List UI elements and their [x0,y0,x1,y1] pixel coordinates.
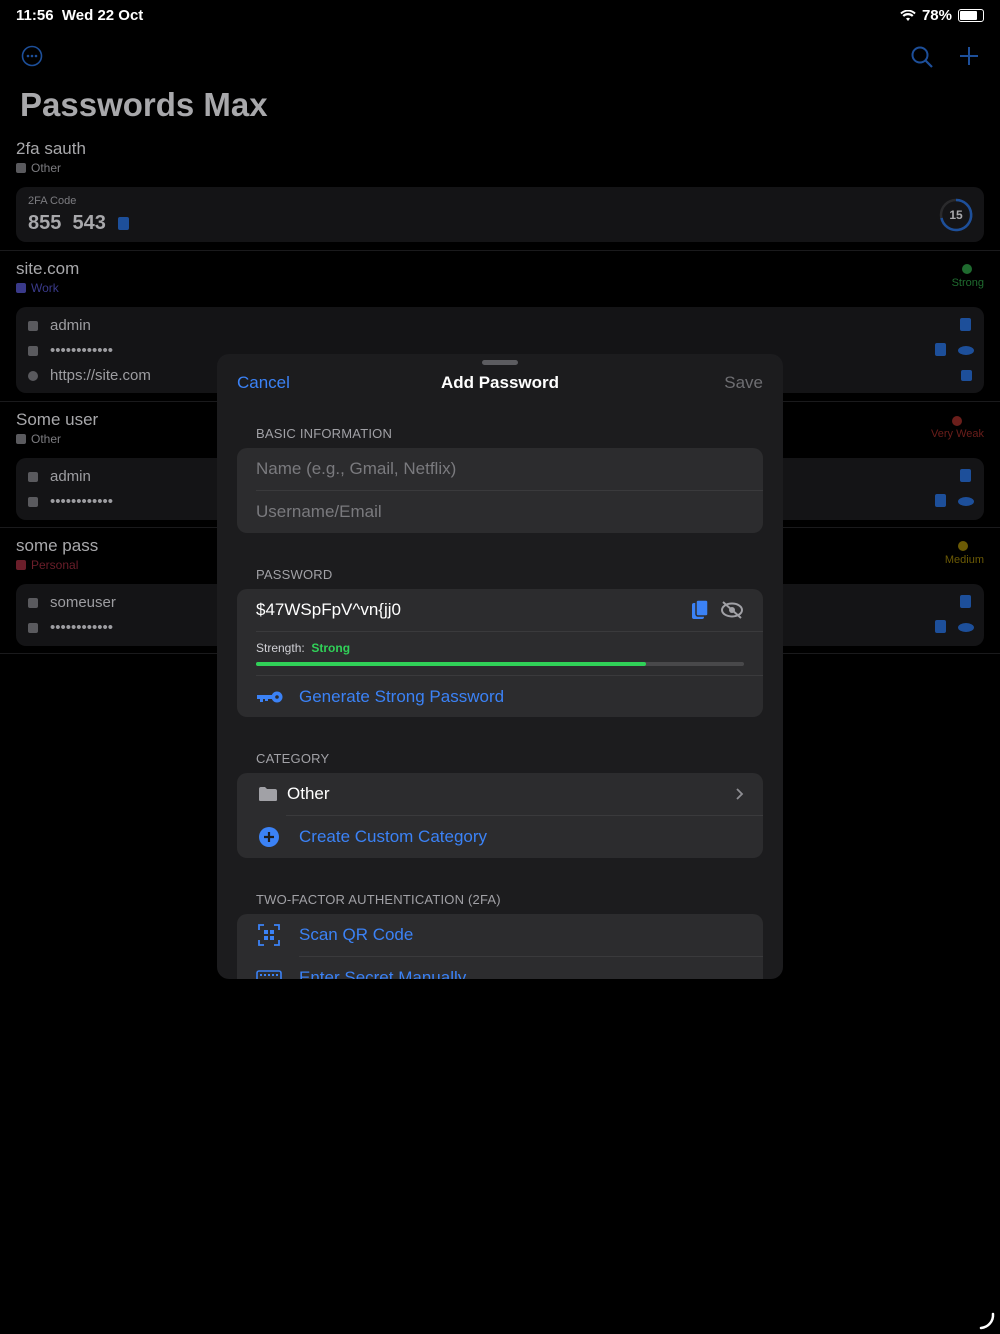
section-header-category: CATEGORY [256,751,330,766]
generate-password-button[interactable]: Generate Strong Password [256,676,504,717]
username-row[interactable]: admin [28,317,91,334]
copy-password-icon[interactable] [935,494,946,507]
qr-scan-icon [258,924,280,946]
lock-icon [28,496,38,507]
strength-dot [962,264,972,274]
section-header-2fa: TWO-FACTOR AUTHENTICATION (2FA) [256,892,501,907]
entry-category: Work [16,281,59,295]
password-row[interactable]: •••••••••••• [28,342,113,359]
entry-category: Personal [16,558,78,572]
url-row[interactable]: https://site.com [28,367,151,384]
strength-label: Strong [951,277,984,289]
scan-qr-button[interactable]: Scan QR Code [237,914,763,956]
username-row[interactable]: someuser [28,594,116,611]
lock-icon [28,345,38,356]
strength-label: Very Weak [931,428,984,440]
strength-bar [256,662,744,666]
search-icon[interactable] [910,45,934,69]
strength-dot [952,416,962,426]
add-password-sheet: Add Password Cancel Save BASIC INFORMATI… [217,354,783,979]
category-select[interactable]: Other [237,773,763,815]
countdown-value: 15 [949,208,963,222]
sheet-grabber[interactable] [482,360,518,365]
chevron-right-icon [736,788,744,800]
strength-row: Strength: Strong [256,641,351,655]
copy-password-icon[interactable] [691,599,709,621]
add-icon[interactable] [958,45,980,67]
create-category-button[interactable]: Create Custom Category [237,816,763,858]
folder-icon [16,434,26,444]
eye-icon[interactable] [958,623,974,632]
person-icon [28,471,38,482]
eye-icon[interactable] [958,346,974,355]
username-row[interactable]: admin [28,468,91,485]
globe-icon [28,370,38,381]
eye-slash-icon[interactable] [720,601,744,619]
name-field[interactable]: Name (e.g., Gmail, Netflix) [237,448,763,490]
key-icon [257,691,283,702]
eye-icon[interactable] [958,497,974,506]
copy-username-icon[interactable] [960,318,971,331]
enter-secret-button[interactable]: Enter Secret Manually [237,957,763,979]
entry-category: Other [16,161,61,175]
folder-icon [16,163,26,173]
keyboard-icon [256,970,282,979]
username-field[interactable]: Username/Email [237,491,763,533]
open-link-icon[interactable] [961,370,972,381]
person-icon [28,597,38,608]
lock-icon [28,622,38,633]
briefcase-icon [16,283,26,293]
folder-icon [259,787,277,801]
copy-username-icon[interactable] [960,595,971,608]
strength-value: Strong [311,641,351,655]
copy-icon[interactable] [118,217,129,230]
copy-password-icon[interactable] [935,343,946,356]
copy-password-icon[interactable] [935,620,946,633]
person-icon [28,320,38,331]
entry-title[interactable]: some pass [16,536,98,556]
strength-label: Medium [944,554,984,566]
entry-category: Other [16,432,61,446]
entry-title[interactable]: 2fa sauth [16,139,86,159]
basic-info-group: Name (e.g., Gmail, Netflix) Username/Ema… [237,448,763,533]
sheet-title: Add Password [440,373,560,392]
twofa-card: 2FA Code 855 543 15 [16,187,984,242]
section-header-password: PASSWORD [256,567,333,582]
entry-title[interactable]: site.com [16,259,79,279]
section-header-basic: BASIC INFORMATION [256,426,393,441]
copy-username-icon[interactable] [960,469,971,482]
twofa-code[interactable]: 855 543 [28,212,106,235]
strength-dot [958,541,968,551]
cancel-button[interactable]: Cancel [237,373,290,393]
password-row[interactable]: •••••••••••• [28,493,113,510]
password-row[interactable]: •••••••••••• [28,619,113,636]
twofa-label: 2FA Code [28,195,77,207]
entry-title[interactable]: Some user [16,410,98,430]
save-button[interactable]: Save [724,373,763,393]
password-group: $47WSpFpV^vn{jj0 Strength: Strong Genera… [237,589,763,717]
activity-indicator-icon [979,1312,995,1330]
password-field[interactable]: $47WSpFpV^vn{jj0 [237,589,763,631]
divider [0,250,1000,251]
strength-bar-fill [256,662,647,666]
twofa-group: Scan QR Code Enter Secret Manually [237,914,763,979]
person-icon [16,560,26,570]
app-title: Passwords Max [20,86,268,123]
plus-circle-icon [259,827,279,847]
more-options-icon[interactable] [21,45,43,67]
category-group: Other Create Custom Category [237,773,763,858]
